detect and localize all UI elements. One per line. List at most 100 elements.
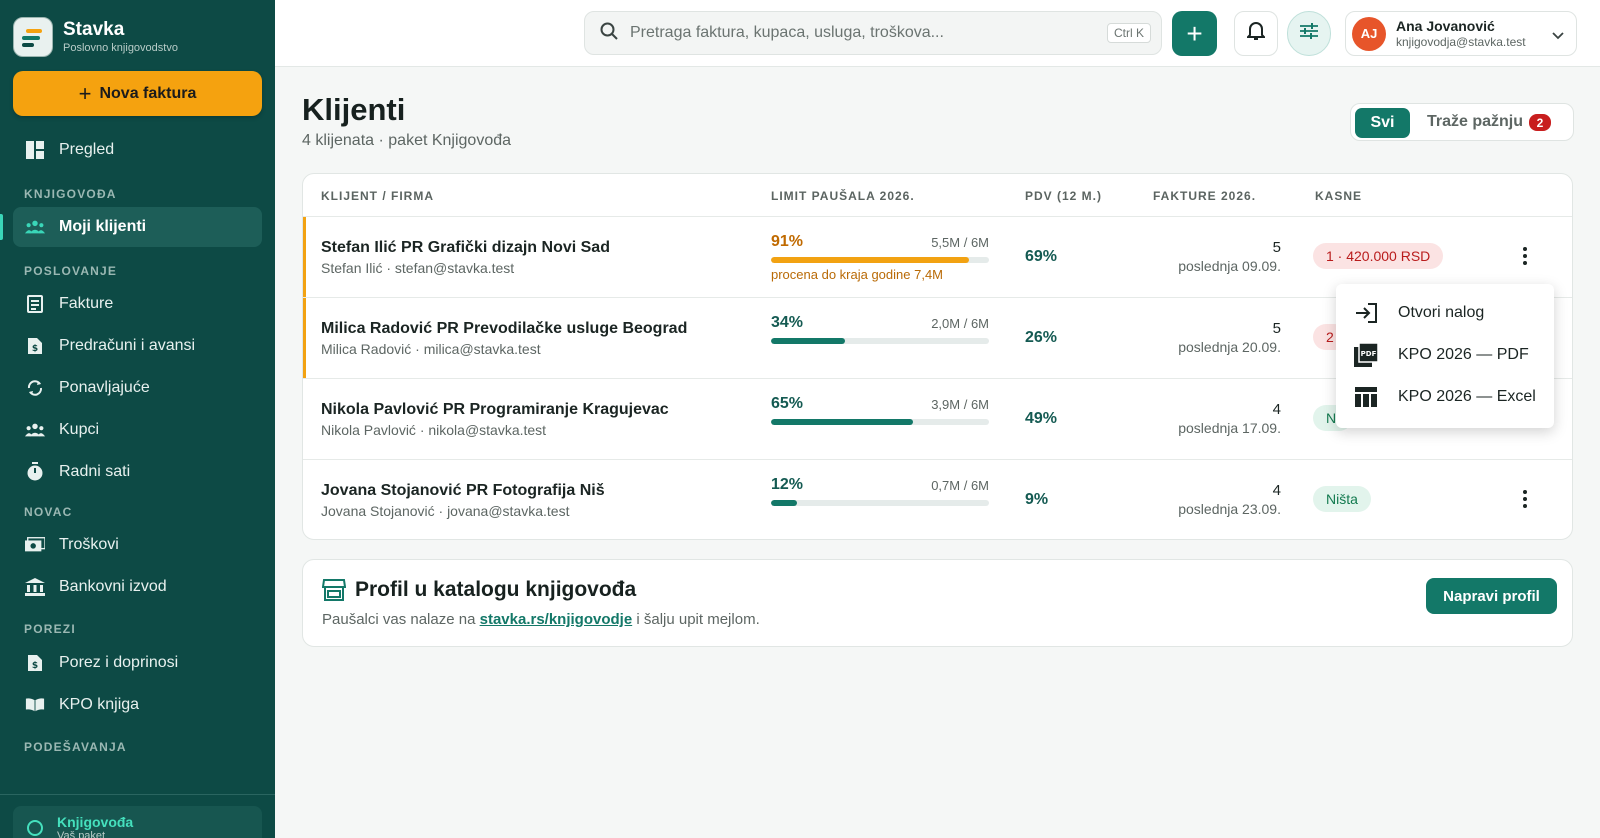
catalog-profile-card: Profil u katalogu knjigovođa Paušalci va… [302, 559, 1573, 647]
sidebar-item-overview[interactable]: Pregled [13, 130, 262, 170]
attention-flag [303, 217, 306, 297]
menu-kpo-pdf[interactable]: PDF KPO 2026 — PDF [1336, 334, 1554, 376]
search-box[interactable]: Ctrl K [584, 11, 1162, 55]
client-contact: Milica Radović · milica@stavka.test [321, 341, 541, 357]
svg-text:$: $ [32, 344, 38, 354]
search-input[interactable] [630, 24, 1070, 42]
new-invoice-label: Nova faktura [99, 84, 197, 102]
menu-open-account[interactable]: Otvori nalog [1336, 292, 1554, 334]
menu-kpo-excel[interactable]: KPO 2026 — Excel [1336, 376, 1554, 418]
header-invoices: FAKTURE 2026. [1153, 189, 1257, 203]
sidebar-item-label: Pregled [59, 141, 115, 158]
row-menu-button[interactable] [1518, 486, 1532, 512]
login-icon [1354, 301, 1378, 325]
bank-icon [25, 577, 45, 597]
plan-subtitle: Vaš paket [57, 830, 106, 838]
plan-title: Knjigovođa [57, 814, 134, 830]
sidebar-item-my-clients[interactable]: Moji klijenti [13, 207, 262, 247]
client-filter: Svi Traže pažnju 2 [1350, 103, 1574, 141]
table-row[interactable]: Jovana Stojanović PR Fotografija Niš Jov… [303, 460, 1572, 539]
section-settings: PODEŠAVANJA [24, 740, 127, 754]
sliders-icon [1300, 23, 1318, 44]
book-icon [25, 695, 45, 715]
brand-subtitle: Poslovno knjigovodstvo [63, 42, 178, 54]
limit-progress-fill [771, 500, 798, 506]
attention-count-badge: 2 [1529, 114, 1551, 131]
section-money: NOVAC [24, 505, 73, 519]
header-limit: LIMIT PAUŠALA 2026. [771, 189, 915, 203]
limit-progress-bar [771, 500, 989, 506]
repeat-icon [25, 378, 45, 398]
document-dollar-icon: $ [25, 336, 45, 356]
stopwatch-icon [25, 462, 45, 482]
sidebar-item-customers[interactable]: Kupci [13, 410, 262, 450]
client-contact: Stefan Ilić · stefan@stavka.test [321, 260, 515, 276]
profile-text-before: Paušalci vas nalaze na [322, 611, 480, 628]
brand[interactable]: Stavka Poslovno knjigovodstvo [13, 17, 178, 57]
invoice-count: 4 [1272, 482, 1281, 499]
filter-attention-tab[interactable]: Traže pažnju [1427, 113, 1523, 131]
client-name[interactable]: Jovana Stojanović PR Fotografija Niš [321, 482, 605, 500]
sidebar-item-label: Predračuni i avansi [59, 337, 196, 354]
section-business: POSLOVANJE [24, 264, 118, 278]
tax-document-icon: $ [25, 653, 45, 673]
pdv-percent: 9% [1025, 491, 1049, 508]
sidebar-item-expenses[interactable]: Troškovi [13, 525, 262, 565]
plus-icon: + [1186, 17, 1203, 49]
sidebar-item-label: Fakture [59, 295, 114, 312]
sidebar-item-proforma[interactable]: $ Predračuni i avansi [13, 326, 262, 366]
client-name[interactable]: Stefan Ilić PR Grafički dizajn Novi Sad [321, 239, 610, 257]
limit-progress-fill [771, 338, 846, 344]
row-menu-button[interactable] [1518, 243, 1532, 269]
sidebar-item-bank-statement[interactable]: Bankovni izvod [13, 567, 262, 607]
bell-icon [1245, 21, 1267, 46]
limit-progress-fill [771, 257, 970, 263]
location-pin-icon [27, 820, 43, 836]
notifications-button[interactable] [1234, 11, 1278, 56]
avatar: AJ [1352, 16, 1386, 51]
create-profile-button[interactable]: Napravi profil [1426, 578, 1557, 614]
new-invoice-button[interactable]: + Nova faktura [13, 71, 262, 116]
sidebar-item-tax[interactable]: $ Porez i doprinosi [13, 643, 262, 683]
active-indicator [0, 214, 3, 240]
table-icon [1354, 385, 1378, 409]
client-contact: Nikola Pavlović · nikola@stavka.test [321, 422, 547, 438]
customers-icon [25, 420, 45, 440]
sidebar-item-label: Ponavljajuće [59, 379, 150, 396]
sidebar-item-label: Moji klijenti [59, 218, 147, 235]
settings-toggle-button[interactable] [1287, 11, 1331, 56]
sidebar-item-label: Troškovi [59, 536, 119, 553]
menu-item-label: Otvori nalog [1398, 304, 1485, 321]
limit-progress-bar [771, 338, 989, 344]
section-taxes: POREZI [24, 622, 76, 636]
late-badge: 1 · 420.000 RSD [1313, 243, 1444, 269]
invoice-count: 5 [1272, 239, 1281, 256]
filter-all-tab[interactable]: Svi [1355, 108, 1410, 138]
svg-text:PDF: PDF [1361, 350, 1377, 358]
clients-icon [25, 217, 45, 237]
dashboard-icon [25, 140, 45, 160]
add-button[interactable]: + [1172, 11, 1217, 56]
invoice-count: 4 [1272, 401, 1281, 418]
sidebar-item-label: Kupci [59, 421, 100, 438]
last-invoice-date: poslednja 23.09. [1178, 501, 1281, 517]
pdv-percent: 26% [1025, 329, 1058, 346]
catalog-link[interactable]: stavka.rs/knjigovodje [480, 611, 633, 628]
year-end-estimate: procena do kraja godine 7,4M [771, 267, 944, 282]
sidebar-item-invoices[interactable]: Fakture [13, 284, 262, 324]
limit-progress-bar [771, 257, 989, 263]
user-menu[interactable]: AJ Ana Jovanović knjigovodja@stavka.test [1345, 11, 1577, 56]
sidebar-item-recurring[interactable]: Ponavljajuće [13, 368, 262, 408]
client-name[interactable]: Milica Radović PR Prevodilačke usluge Be… [321, 320, 687, 338]
sidebar-divider [0, 794, 275, 795]
limit-value: 3,9M / 6M [931, 397, 989, 412]
header-late: KASNE [1315, 189, 1363, 203]
page-title: Klijenti [302, 92, 406, 127]
client-name[interactable]: Nikola Pavlović PR Programiranje Kraguje… [321, 401, 669, 419]
plan-card[interactable]: Knjigovođa Vaš paket [13, 806, 262, 838]
page-subtitle: 4 klijenata · paket Knjigovođa [302, 132, 512, 149]
pdv-percent: 49% [1025, 410, 1058, 427]
sidebar-item-kpo[interactable]: KPO knjiga [13, 685, 262, 725]
sidebar-item-work-hours[interactable]: Radni sati [13, 452, 262, 492]
limit-value: 5,5M / 6M [931, 235, 989, 250]
